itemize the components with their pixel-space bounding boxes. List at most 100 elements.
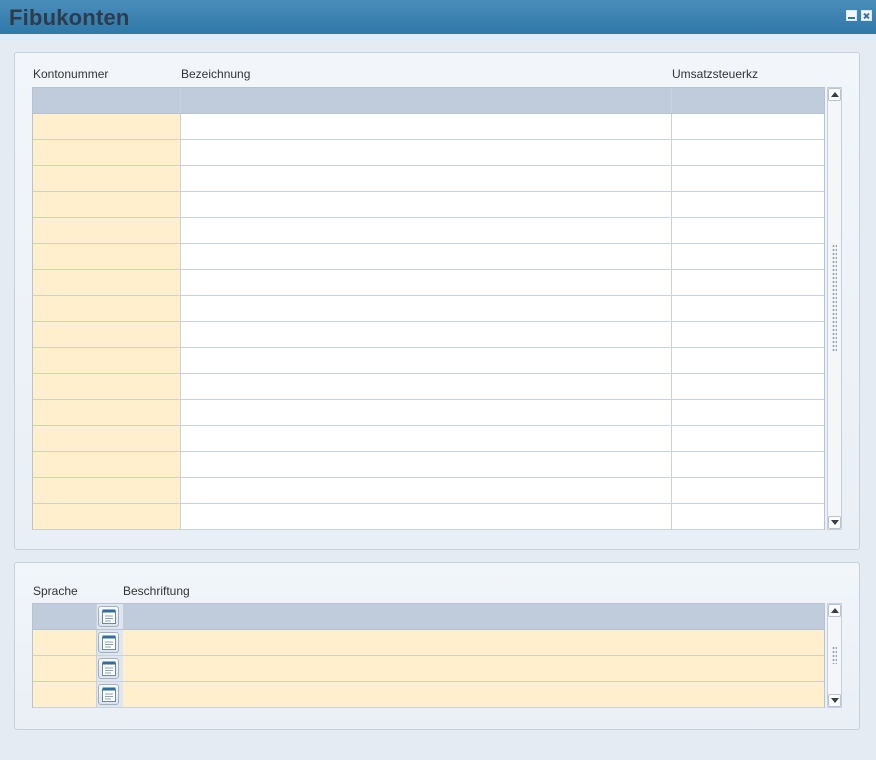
umsatzsteuerkz-cell[interactable] bbox=[672, 504, 824, 529]
table-row[interactable] bbox=[33, 348, 824, 374]
kontonummer-cell[interactable] bbox=[33, 452, 181, 477]
note-icon[interactable] bbox=[98, 606, 119, 627]
umsatzsteuerkz-cell[interactable] bbox=[672, 166, 824, 191]
kontonummer-cell[interactable] bbox=[33, 400, 181, 425]
umsatzsteuerkz-cell[interactable] bbox=[672, 374, 824, 399]
kontonummer-cell[interactable] bbox=[33, 296, 181, 321]
umsatzsteuerkz-cell[interactable] bbox=[672, 244, 824, 269]
table-row[interactable] bbox=[33, 630, 824, 656]
column-header-bezeichnung[interactable]: Bezeichnung bbox=[181, 67, 250, 81]
bezeichnung-cell[interactable] bbox=[181, 322, 672, 347]
bezeichnung-cell[interactable] bbox=[181, 192, 672, 217]
umsatzsteuerkz-cell[interactable] bbox=[672, 270, 824, 295]
beschriftung-cell[interactable] bbox=[123, 682, 824, 707]
table-row[interactable] bbox=[33, 452, 824, 478]
column-header-beschriftung[interactable]: Beschriftung bbox=[123, 584, 190, 598]
table-row[interactable] bbox=[33, 218, 824, 244]
table-row[interactable] bbox=[33, 426, 824, 452]
table-row[interactable] bbox=[33, 374, 824, 400]
bezeichnung-cell[interactable] bbox=[181, 218, 672, 243]
bezeichnung-cell[interactable] bbox=[181, 114, 672, 139]
umsatzsteuerkz-cell[interactable] bbox=[672, 348, 824, 373]
bezeichnung-cell[interactable] bbox=[181, 244, 672, 269]
labels-panel: Sprache Beschriftung bbox=[14, 562, 860, 730]
scroll-down-icon[interactable] bbox=[828, 694, 841, 707]
beschriftung-cell[interactable] bbox=[123, 630, 824, 655]
title-bar: Fibukonten bbox=[0, 0, 876, 34]
umsatzsteuerkz-cell[interactable] bbox=[672, 218, 824, 243]
kontonummer-cell[interactable] bbox=[33, 478, 181, 503]
kontonummer-cell[interactable] bbox=[33, 244, 181, 269]
table-row[interactable] bbox=[33, 114, 824, 140]
sprache-cell[interactable] bbox=[33, 656, 97, 681]
scroll-grip-icon[interactable] bbox=[832, 646, 837, 664]
table-row[interactable] bbox=[33, 400, 824, 426]
sprache-cell[interactable] bbox=[33, 630, 97, 655]
note-button-cell bbox=[97, 682, 123, 707]
kontonummer-cell[interactable] bbox=[33, 140, 181, 165]
scroll-up-icon[interactable] bbox=[828, 604, 841, 617]
bezeichnung-cell[interactable] bbox=[181, 348, 672, 373]
note-icon[interactable] bbox=[98, 684, 119, 705]
table-row[interactable] bbox=[33, 682, 824, 708]
close-icon[interactable] bbox=[861, 10, 872, 21]
note-icon[interactable] bbox=[98, 632, 119, 653]
umsatzsteuerkz-cell[interactable] bbox=[672, 114, 824, 139]
table-row[interactable] bbox=[33, 192, 824, 218]
kontonummer-cell[interactable] bbox=[33, 192, 181, 217]
scroll-up-icon[interactable] bbox=[828, 88, 841, 101]
bezeichnung-cell[interactable] bbox=[181, 478, 672, 503]
bezeichnung-cell[interactable] bbox=[181, 296, 672, 321]
umsatzsteuerkz-cell[interactable] bbox=[672, 426, 824, 451]
bezeichnung-cell[interactable] bbox=[181, 452, 672, 477]
kontonummer-cell[interactable] bbox=[33, 270, 181, 295]
kontonummer-cell[interactable] bbox=[33, 218, 181, 243]
umsatzsteuerkz-cell[interactable] bbox=[672, 322, 824, 347]
table-row[interactable] bbox=[33, 166, 824, 192]
minimize-icon[interactable] bbox=[846, 10, 857, 21]
table-row[interactable] bbox=[33, 504, 824, 530]
kontonummer-cell[interactable] bbox=[33, 114, 181, 139]
kontonummer-cell[interactable] bbox=[33, 322, 181, 347]
sprache-cell[interactable] bbox=[33, 682, 97, 707]
note-icon[interactable] bbox=[98, 658, 119, 679]
table-row[interactable] bbox=[33, 322, 824, 348]
table-row[interactable] bbox=[33, 140, 824, 166]
scroll-grip-icon[interactable] bbox=[832, 244, 837, 352]
table-row[interactable] bbox=[33, 656, 824, 682]
table-row[interactable] bbox=[33, 478, 824, 504]
umsatzsteuerkz-cell[interactable] bbox=[672, 452, 824, 477]
table-row[interactable] bbox=[33, 244, 824, 270]
labels-grid bbox=[32, 603, 825, 708]
umsatzsteuerkz-cell[interactable] bbox=[672, 478, 824, 503]
bezeichnung-cell[interactable] bbox=[181, 374, 672, 399]
labels-scrollbar[interactable] bbox=[827, 603, 842, 708]
kontonummer-cell[interactable] bbox=[33, 426, 181, 451]
umsatzsteuerkz-cell[interactable] bbox=[672, 400, 824, 425]
column-header-sprache[interactable]: Sprache bbox=[33, 584, 78, 598]
kontonummer-cell[interactable] bbox=[33, 504, 181, 529]
table-row[interactable] bbox=[33, 296, 824, 322]
umsatzsteuerkz-cell[interactable] bbox=[672, 296, 824, 321]
kontonummer-cell[interactable] bbox=[33, 374, 181, 399]
note-button-cell bbox=[97, 656, 123, 681]
bezeichnung-cell[interactable] bbox=[181, 140, 672, 165]
umsatzsteuerkz-cell[interactable] bbox=[672, 192, 824, 217]
beschriftung-cell[interactable] bbox=[123, 656, 824, 681]
kontonummer-cell[interactable] bbox=[33, 348, 181, 373]
bezeichnung-cell[interactable] bbox=[181, 400, 672, 425]
bezeichnung-cell[interactable] bbox=[181, 166, 672, 191]
accounts-filter-row[interactable] bbox=[33, 88, 824, 114]
umsatzsteuerkz-cell[interactable] bbox=[672, 140, 824, 165]
scroll-down-icon[interactable] bbox=[828, 516, 841, 529]
window-title: Fibukonten bbox=[9, 5, 130, 30]
bezeichnung-cell[interactable] bbox=[181, 270, 672, 295]
column-header-umsatzsteuerkz[interactable]: Umsatzsteuerkz bbox=[672, 67, 758, 81]
bezeichnung-cell[interactable] bbox=[181, 426, 672, 451]
column-header-kontonummer[interactable]: Kontonummer bbox=[33, 67, 108, 81]
accounts-scrollbar[interactable] bbox=[827, 87, 842, 530]
table-row[interactable] bbox=[33, 270, 824, 296]
labels-filter-row[interactable] bbox=[33, 604, 824, 630]
bezeichnung-cell[interactable] bbox=[181, 504, 672, 529]
kontonummer-cell[interactable] bbox=[33, 166, 181, 191]
